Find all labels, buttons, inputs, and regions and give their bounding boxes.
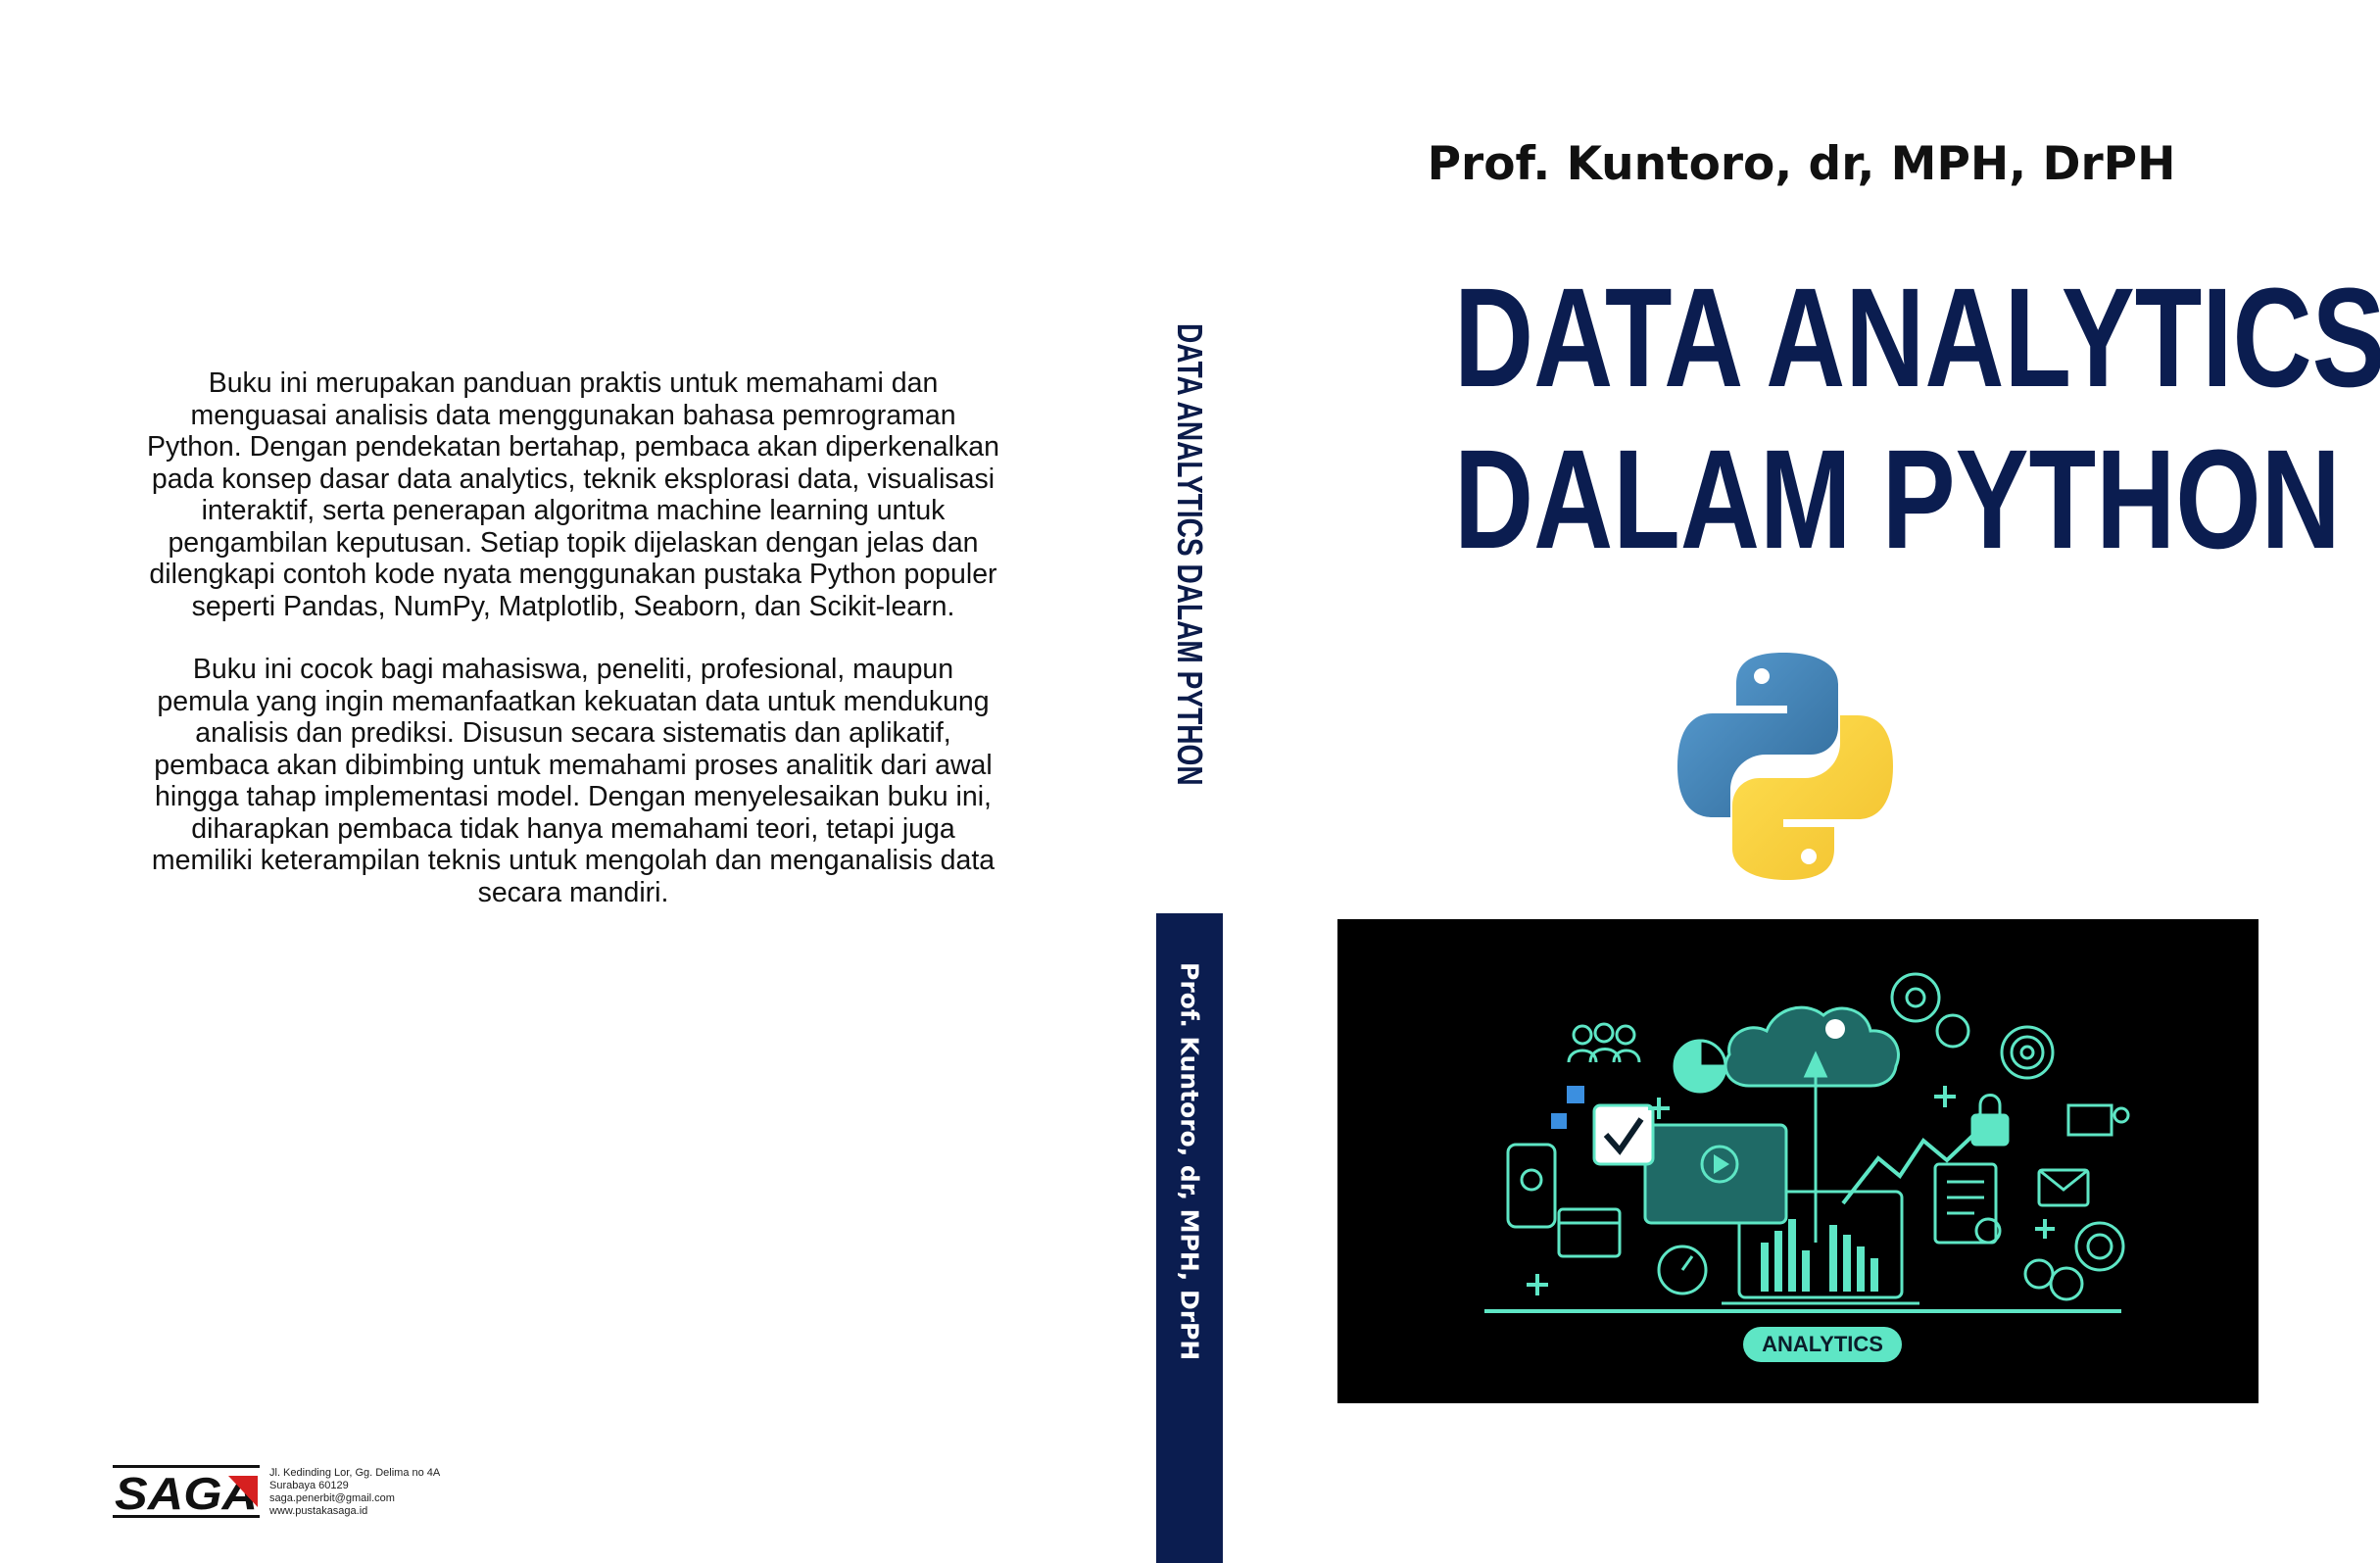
people-icon: [1567, 1022, 1641, 1063]
checkbox-icon: [1592, 1103, 1655, 1166]
cover-title: DATA ANALYTICS DALAM PYTHON: [1454, 257, 2380, 580]
back-cover: Buku ini merupakan panduan praktis untuk…: [0, 0, 1156, 1563]
calendar-icon: [1557, 1207, 1622, 1258]
publisher-email: saga.penerbit@gmail.com: [269, 1492, 395, 1504]
spine-author: Prof. Kuntoro, dr, MPH, DrPH: [1175, 962, 1204, 1361]
analytics-label: ANALYTICS: [1743, 1327, 1902, 1362]
gear-icon: [1890, 972, 1941, 1023]
publisher-website: www.pustakasaga.id: [269, 1505, 368, 1517]
cover-title-line-2: DALAM PYTHON: [1454, 420, 2341, 578]
spine-title-wrap: DATA ANALYTICS DALAM PYTHON: [1156, 323, 1223, 786]
back-cover-blurb: Buku ini merupakan panduan praktis untuk…: [147, 367, 999, 940]
bar-chart-icon: [1761, 1219, 1878, 1292]
blurb-paragraph-2: Buku ini cocok bagi mahasiswa, peneliti,…: [151, 654, 996, 908]
python-logo-icon: [1677, 653, 1893, 880]
cover-author: Prof. Kuntoro, dr, MPH, DrPH: [1427, 137, 2176, 191]
spine-author-band: Prof. Kuntoro, dr, MPH, DrPH: [1156, 913, 1223, 1563]
address-line: Surabaya 60129: [269, 1480, 349, 1491]
phone-icon: [1506, 1143, 1557, 1229]
address-line: Jl. Kedinding Lor, Gg. Delima no 4A: [269, 1467, 441, 1479]
gear-icon: [1935, 1013, 1970, 1049]
video-screen-icon: [1643, 1123, 1788, 1225]
document-icon: [1933, 1162, 1998, 1245]
publisher-address: Jl. Kedinding Lor, Gg. Delima no 4A Sura…: [269, 1467, 440, 1518]
analytics-illustration: ANALYTICS: [1337, 919, 2259, 1403]
front-cover: Prof. Kuntoro, dr, MPH, DrPH DATA ANALYT…: [1223, 0, 2380, 1563]
puzzle-icon: [1567, 1086, 1584, 1103]
publisher-logo-text: SAGA: [115, 1468, 258, 1519]
target-icon: [2000, 1025, 2055, 1080]
presentation-icon: [2066, 1103, 2113, 1137]
gear-icon: [2049, 1266, 2084, 1301]
spine: DATA ANALYTICS DALAM PYTHON Prof. Kuntor…: [1156, 0, 1223, 1563]
blurb-paragraph-1: Buku ini merupakan panduan praktis untuk…: [147, 367, 999, 622]
cover-title-line-1: DATA ANALYTICS: [1454, 259, 2380, 416]
puzzle-icon: [1551, 1113, 1567, 1129]
maze-icon: [2074, 1221, 2125, 1272]
gear-icon: [2023, 1258, 2055, 1290]
spine-title: DATA ANALYTICS DALAM PYTHON: [1170, 323, 1210, 786]
publisher-block: SAGA Jl. Kedinding Lor, Gg. Delima no 4A…: [113, 1464, 465, 1523]
publisher-logo: SAGA: [113, 1465, 260, 1519]
lock-icon: [1970, 1113, 2010, 1147]
